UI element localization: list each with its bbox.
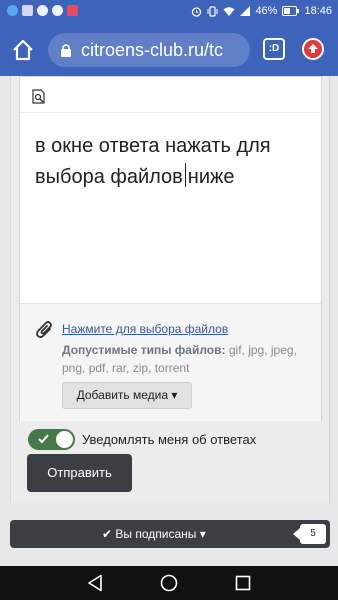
subscription-button[interactable]: ✔ Вы подписаны ▾ 5	[10, 520, 330, 548]
home-icon[interactable]	[10, 37, 36, 63]
status-bar: 46% 18:46	[0, 0, 338, 24]
toggle-knob	[56, 431, 73, 448]
browser-menu-button[interactable]	[302, 38, 324, 60]
battery-percent: 46%	[255, 5, 278, 17]
subscription-label: ✔ Вы подписаны ▾	[102, 527, 206, 541]
tab-switcher-button[interactable]: :D	[263, 38, 285, 60]
message-text[interactable]: в окне ответа нажать для выбора файлов ни…	[35, 131, 315, 193]
message-text-after-caret: ниже	[187, 166, 235, 188]
reply-form: в окне ответа нажать для выбора файлов ни…	[10, 76, 330, 503]
app-icon-red	[67, 5, 78, 16]
recent-apps-icon[interactable]	[235, 575, 251, 591]
notify-label: Уведомлять меня об ответах	[82, 432, 257, 447]
back-icon[interactable]	[87, 574, 103, 592]
preview-icon[interactable]	[32, 89, 46, 104]
clock: 18:46	[304, 5, 332, 17]
allowed-file-types: Допустимые типы файлов: gif, jpg, jpeg, …	[62, 341, 307, 377]
lock-icon	[61, 44, 71, 57]
editor-toolbar	[20, 77, 321, 113]
notification-icons	[7, 5, 78, 16]
alarm-icon	[192, 6, 202, 17]
add-media-button[interactable]: Добавить медиа ▾	[62, 382, 192, 409]
notify-toggle[interactable]	[28, 429, 75, 450]
paperclip-icon	[36, 321, 52, 339]
check-icon	[38, 434, 49, 444]
message-editor[interactable]: в окне ответа нажать для выбора файлов ни…	[19, 76, 322, 421]
vibrate-icon	[207, 5, 218, 17]
message-text-before-caret: в окне ответа нажать для выбора файлов	[35, 135, 271, 188]
browser-toolbar: citroens-club.ru/tc :D	[0, 24, 338, 76]
arrow-up-icon	[308, 44, 318, 53]
address-bar[interactable]: citroens-club.ru/tc	[48, 33, 250, 67]
system-indicators: 46% 18:46	[191, 5, 332, 17]
battery-icon	[282, 6, 300, 16]
chat-icon	[52, 5, 63, 16]
url-text: citroens-club.ru/tc	[81, 40, 224, 60]
attachments-area: Нажмите для выбора файлов Допустимые тип…	[20, 303, 321, 421]
wifi-icon	[223, 6, 235, 16]
app-icon-blue	[7, 5, 18, 16]
cloud-icon	[37, 5, 48, 16]
allowed-types-label: Допустимые типы файлов:	[62, 343, 226, 357]
page-content: в окне ответа нажать для выбора файлов ни…	[0, 76, 338, 566]
subscriber-count-badge: 5	[293, 524, 326, 544]
choose-files-link[interactable]: Нажмите для выбора файлов	[62, 322, 228, 336]
text-caret	[184, 163, 186, 187]
android-nav-bar	[0, 566, 338, 600]
home-circle-icon[interactable]	[160, 574, 178, 592]
signal-icon	[240, 5, 251, 16]
submit-button[interactable]: Отправить	[27, 454, 132, 492]
app-icon-grid	[22, 5, 33, 16]
